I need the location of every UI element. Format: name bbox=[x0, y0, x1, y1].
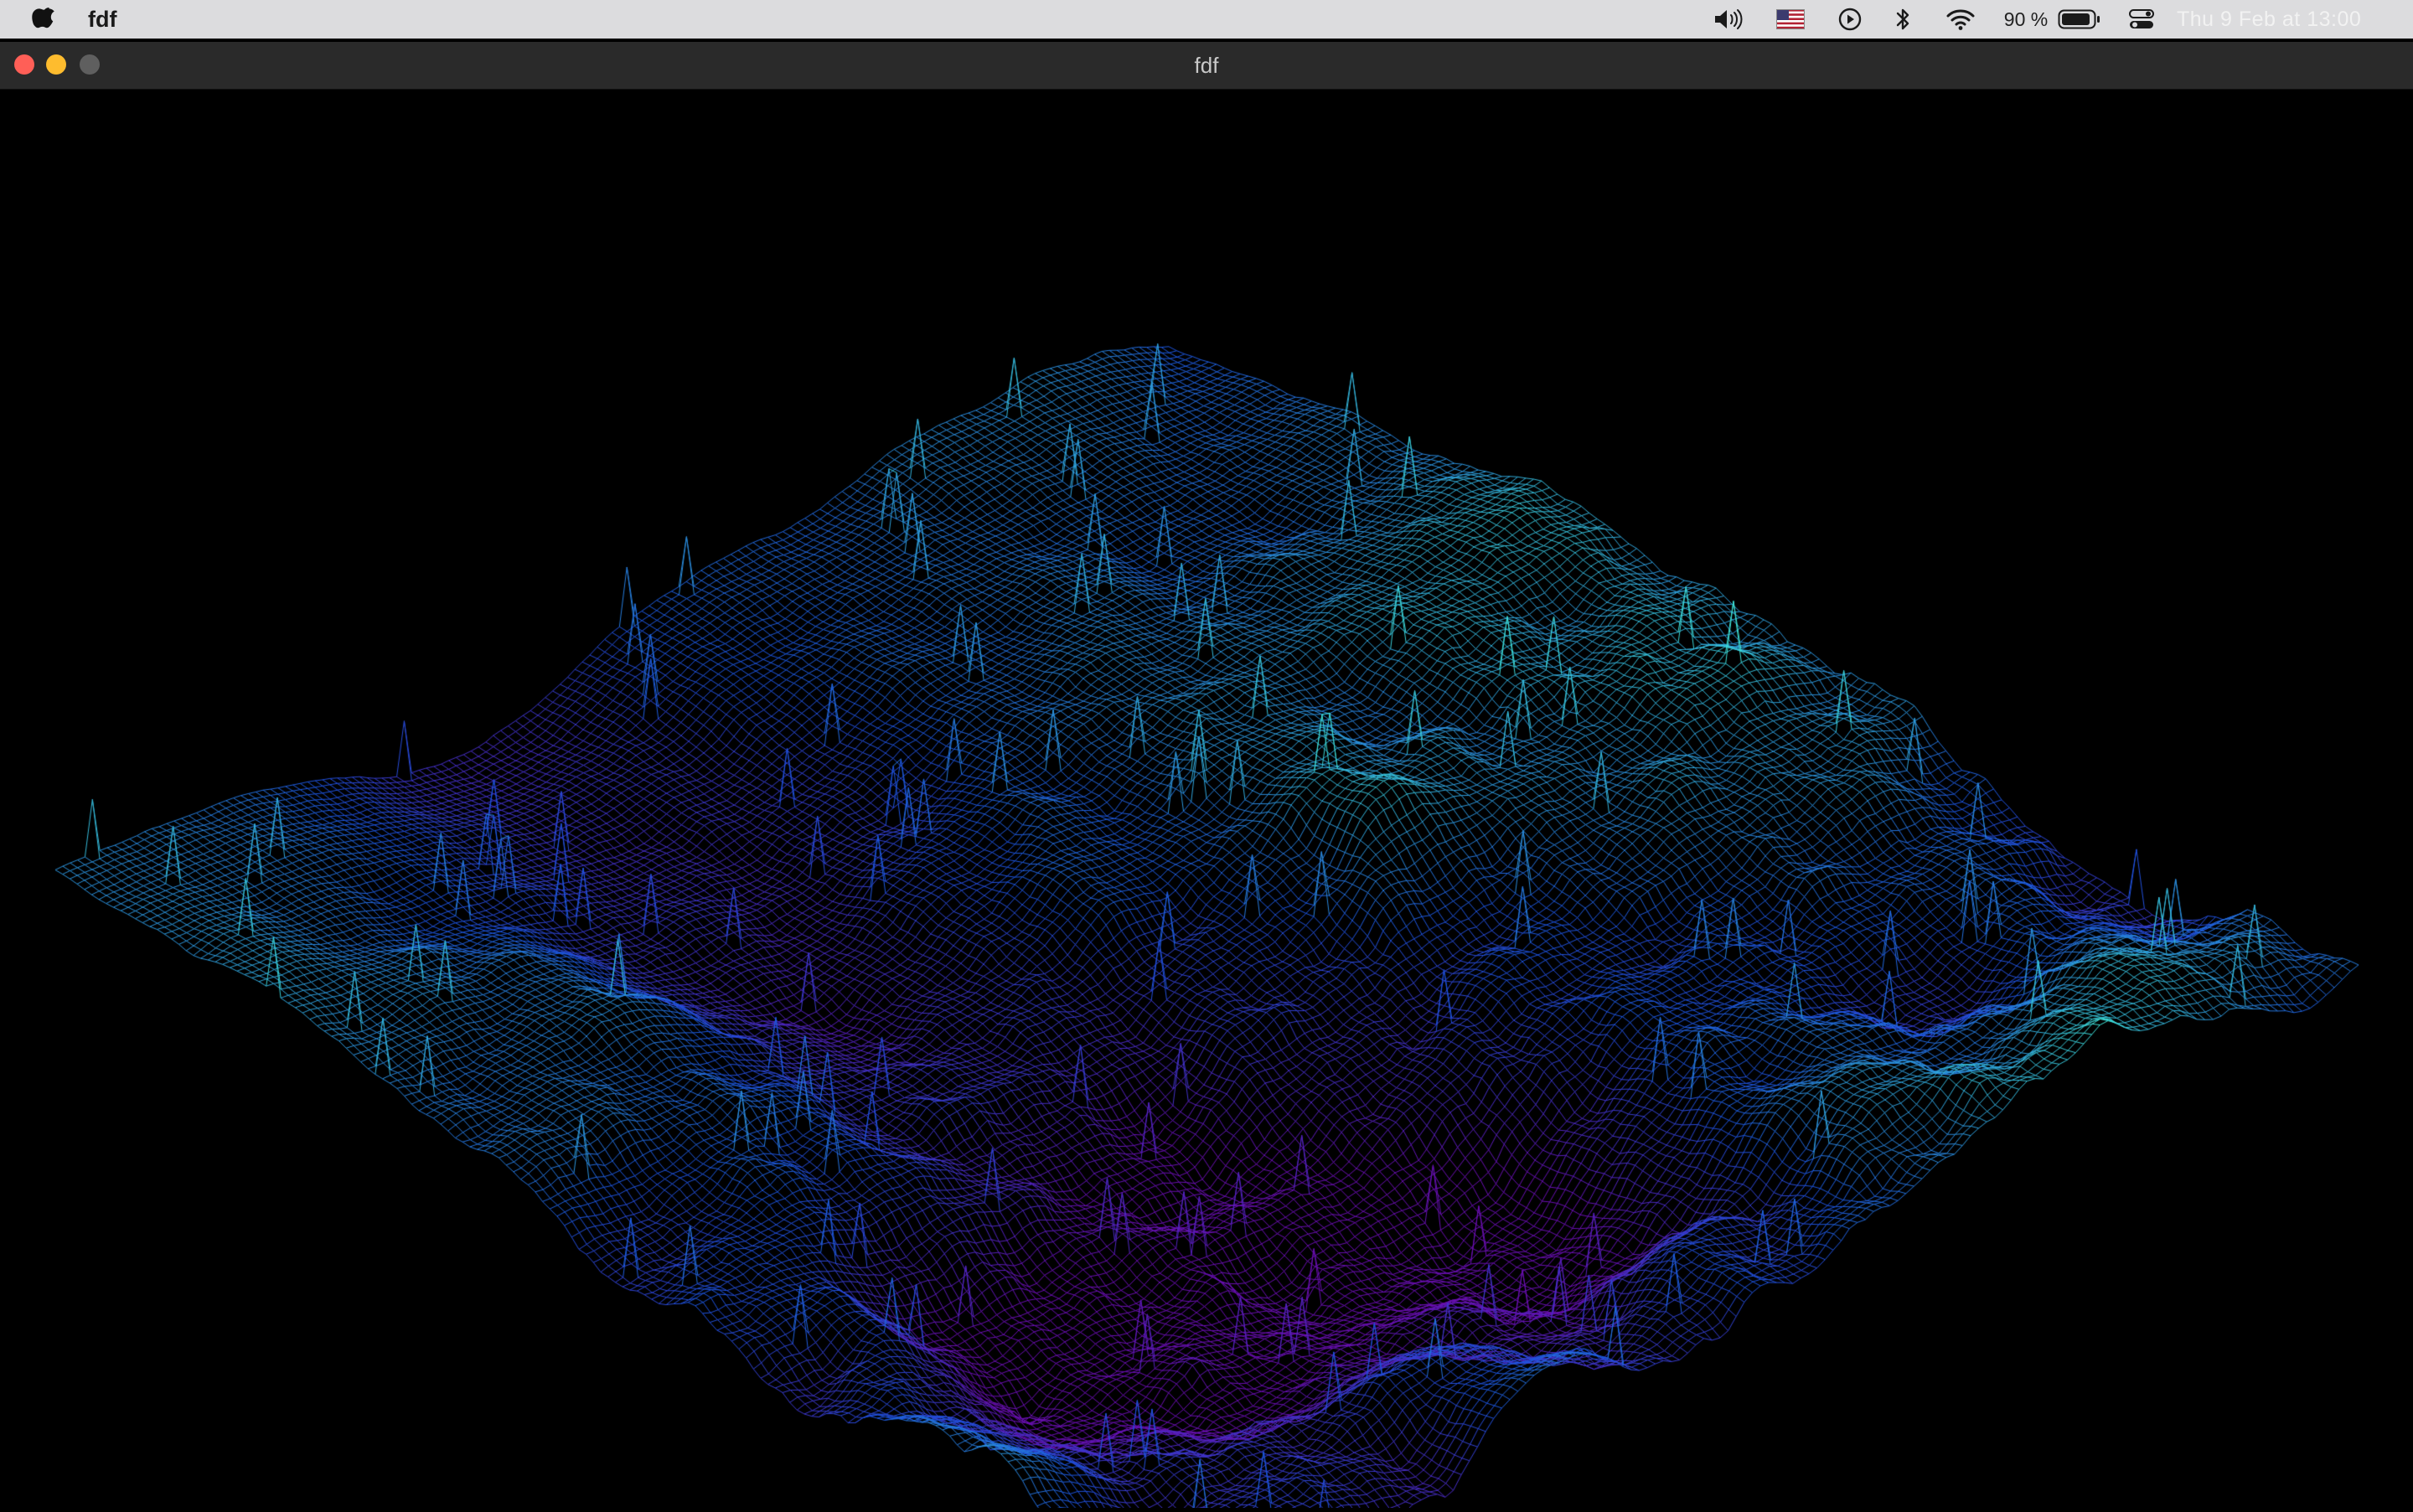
menu-bar: fdf 90 % Thu 9 Feb at 13:00 bbox=[0, 0, 2413, 39]
window-title: fdf bbox=[1194, 53, 1219, 78]
control-center-icon[interactable] bbox=[2125, 0, 2158, 39]
battery-icon[interactable] bbox=[2056, 0, 2103, 39]
play-icon[interactable] bbox=[1833, 0, 1867, 39]
apple-icon[interactable] bbox=[32, 5, 57, 34]
wireframe-terrain bbox=[0, 90, 2413, 1508]
render-canvas bbox=[0, 90, 2413, 1508]
wifi-icon[interactable] bbox=[1942, 0, 1979, 39]
app-menu-name[interactable]: fdf bbox=[88, 0, 116, 39]
bluetooth-icon[interactable] bbox=[1888, 0, 1918, 39]
volume-icon[interactable] bbox=[1709, 0, 1749, 39]
us-flag-icon[interactable] bbox=[1775, 0, 1806, 39]
menubar-clock[interactable]: Thu 9 Feb at 13:00 bbox=[2177, 0, 2403, 39]
battery-percent: 90 % bbox=[2003, 8, 2049, 30]
